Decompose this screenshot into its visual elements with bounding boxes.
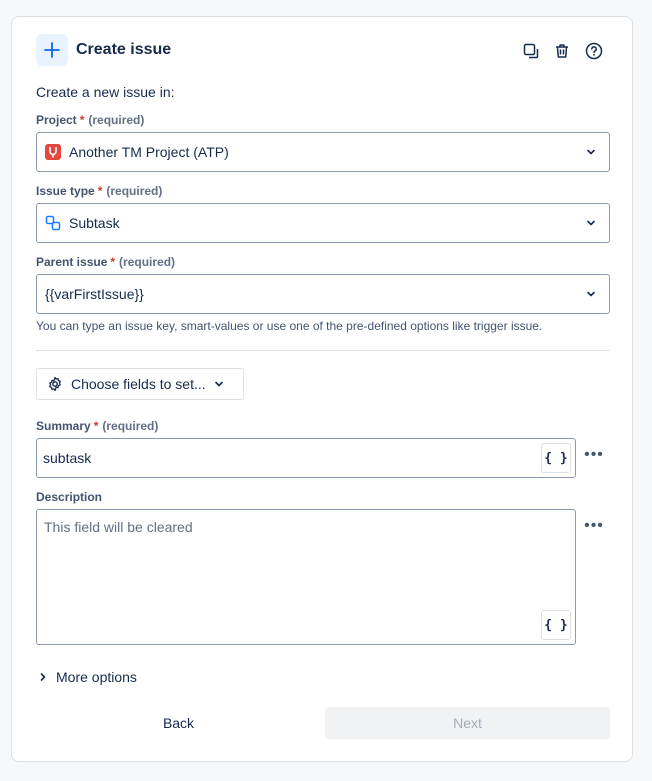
required-star: * xyxy=(97,184,103,198)
plus-icon xyxy=(36,34,68,66)
chevron-down-icon xyxy=(583,286,599,302)
summary-value: subtask xyxy=(43,450,92,466)
create-issue-panel: Create issue Create a new issue in: Proj… xyxy=(11,16,633,762)
description-label-text: Description xyxy=(36,490,103,504)
issue-type-label: Issue type * (required) xyxy=(36,184,162,198)
parent-issue-value: {{varFirstIssue}} xyxy=(45,286,144,302)
panel-title: Create issue xyxy=(76,41,172,58)
chevron-right-icon xyxy=(38,672,48,682)
project-value: Another TM Project (ATP) xyxy=(69,144,229,160)
parent-issue-helper: You can type an issue key, smart-values … xyxy=(36,319,543,333)
description-placeholder: This field will be cleared xyxy=(44,519,193,535)
parent-issue-label-text: Parent issue xyxy=(36,255,108,269)
required-star: * xyxy=(110,255,116,269)
subtask-icon xyxy=(45,215,61,231)
project-label: Project * (required) xyxy=(36,113,144,127)
issue-type-select[interactable]: Subtask xyxy=(36,203,610,243)
intro-text: Create a new issue in: xyxy=(36,84,175,100)
required-text: (required) xyxy=(102,419,159,433)
summary-field[interactable]: subtask { } xyxy=(36,438,576,478)
help-icon[interactable] xyxy=(582,39,606,63)
required-star: * xyxy=(79,113,85,127)
parent-issue-label: Parent issue * (required) xyxy=(36,255,175,269)
chevron-down-icon xyxy=(583,215,599,231)
summary-label-text: Summary xyxy=(36,419,91,433)
project-select[interactable]: Another TM Project (ATP) xyxy=(36,132,610,172)
required-text: (required) xyxy=(88,113,145,127)
description-field[interactable]: This field will be cleared { } xyxy=(36,509,576,645)
duplicate-icon[interactable] xyxy=(519,39,543,63)
more-options-label: More options xyxy=(56,669,137,685)
trash-icon[interactable] xyxy=(550,39,574,63)
parent-issue-select[interactable]: {{varFirstIssue}} xyxy=(36,274,610,314)
project-label-text: Project xyxy=(36,113,77,127)
more-icon[interactable]: ••• xyxy=(582,446,606,463)
issue-type-value: Subtask xyxy=(69,215,120,231)
summary-label: Summary * (required) xyxy=(36,419,158,433)
choose-fields-button[interactable]: Choose fields to set... xyxy=(36,368,244,400)
more-icon[interactable]: ••• xyxy=(582,517,606,534)
chevron-down-icon xyxy=(583,144,599,160)
description-label: Description xyxy=(36,490,102,504)
issue-type-label-text: Issue type xyxy=(36,184,95,198)
smart-value-button[interactable]: { } xyxy=(541,443,571,473)
back-button[interactable]: Back xyxy=(36,707,321,739)
divider xyxy=(36,350,610,351)
chevron-down-icon xyxy=(214,379,224,389)
required-text: (required) xyxy=(106,184,163,198)
next-button[interactable]: Next xyxy=(325,707,610,739)
required-star: * xyxy=(93,419,99,433)
project-avatar-icon xyxy=(45,144,61,160)
choose-fields-label: Choose fields to set... xyxy=(71,376,206,392)
more-options-toggle[interactable]: More options xyxy=(38,669,137,685)
required-text: (required) xyxy=(119,255,176,269)
gear-icon xyxy=(47,376,63,392)
smart-value-button[interactable]: { } xyxy=(541,610,571,640)
